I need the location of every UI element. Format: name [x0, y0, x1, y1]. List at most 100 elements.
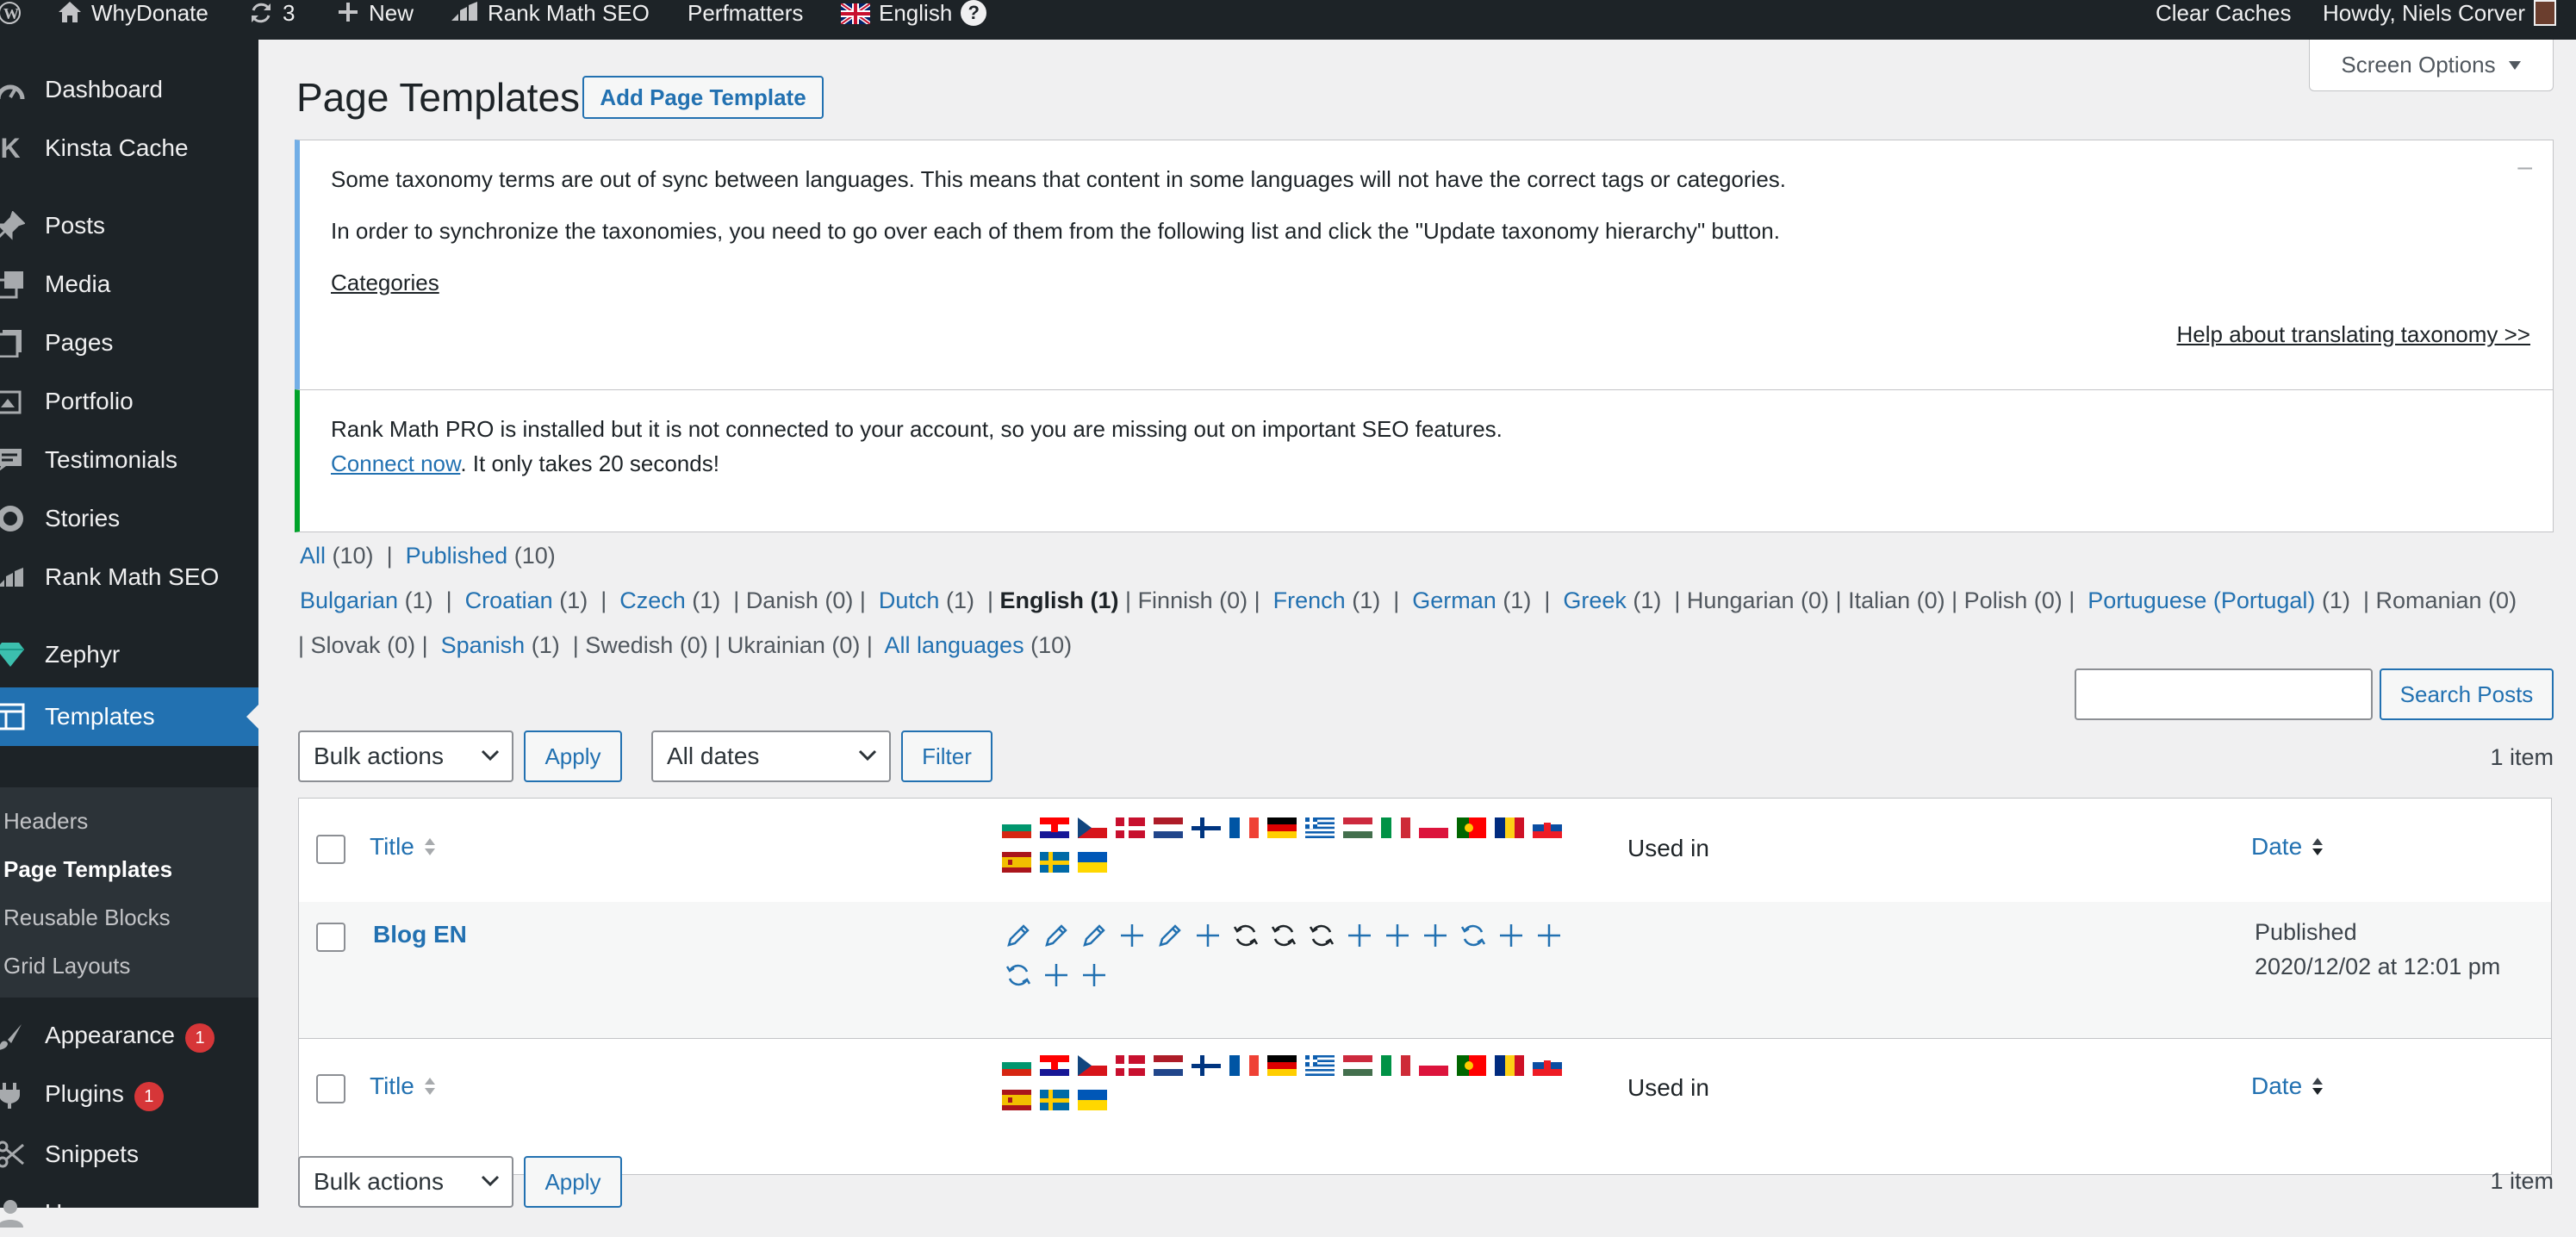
- date-column-header[interactable]: Date: [2251, 833, 2324, 861]
- select-all-checkbox[interactable]: [316, 1074, 345, 1103]
- language-danish: Danish: [745, 587, 818, 613]
- connect-now-link[interactable]: Connect now: [331, 451, 460, 476]
- date-column-footer[interactable]: Date: [2251, 1072, 2324, 1100]
- submenu-item-headers[interactable]: Headers: [3, 808, 88, 835]
- plus-icon[interactable]: [1421, 921, 1450, 950]
- plus-icon[interactable]: [1383, 921, 1412, 950]
- menu-item-stories[interactable]: Stories: [0, 494, 258, 543]
- page-title: Page Templates: [296, 75, 581, 120]
- menu-item-users[interactable]: Users: [0, 1189, 258, 1237]
- language-link-german[interactable]: German: [1412, 587, 1496, 613]
- sync-icon[interactable]: [1269, 921, 1298, 950]
- my-account-link[interactable]: Howdy, Niels Corver: [2323, 0, 2557, 40]
- caret-down-icon: [2508, 60, 2521, 70]
- updates-count: 3: [283, 0, 296, 26]
- submenu-item-grid-layouts[interactable]: Grid Layouts: [3, 953, 130, 979]
- updates-link[interactable]: 3: [248, 0, 295, 40]
- rank-math-link[interactable]: Rank Math SEO: [450, 0, 650, 40]
- menu-item-kinsta-cache[interactable]: K Kinsta Cache: [0, 124, 258, 172]
- menu-item-plugins[interactable]: Plugins 1: [0, 1072, 258, 1120]
- language-link-dutch[interactable]: Dutch: [879, 587, 940, 613]
- notice-text-rest: . It only takes 20 seconds!: [460, 451, 719, 476]
- pencil-icon[interactable]: [1155, 921, 1185, 950]
- bulk-actions-select-bottom[interactable]: Bulk actions: [298, 1156, 513, 1208]
- pencil-icon[interactable]: [1004, 921, 1033, 950]
- menu-item-media[interactable]: Media: [0, 260, 258, 308]
- wordpress-logo-icon[interactable]: W: [0, 0, 26, 40]
- submenu-item-page-templates[interactable]: Page Templates: [3, 856, 172, 883]
- menu-item-zephyr[interactable]: Zephyr: [0, 631, 258, 679]
- pencil-icon[interactable]: [1080, 921, 1109, 950]
- apply-button-bottom[interactable]: Apply: [524, 1156, 622, 1208]
- title-column-footer[interactable]: Title: [370, 1072, 437, 1100]
- menu-item-pages[interactable]: Pages: [0, 319, 258, 367]
- language-hungarian: Hungarian: [1686, 587, 1795, 613]
- dates-select[interactable]: All dates: [651, 730, 891, 782]
- add-page-template-button[interactable]: Add Page Template: [582, 76, 824, 119]
- filter-published-link[interactable]: Published: [406, 543, 508, 569]
- bulk-actions-select[interactable]: Bulk actions: [298, 730, 513, 782]
- new-content-link[interactable]: New: [336, 0, 414, 40]
- menu-label-text: Appearance: [45, 1022, 176, 1048]
- search-posts-button[interactable]: Search Posts: [2380, 668, 2554, 720]
- language-count: (0): [387, 632, 416, 658]
- refresh-icon[interactable]: [1004, 960, 1033, 990]
- sort-icon: [424, 1078, 435, 1095]
- menu-item-appearance[interactable]: Appearance 1: [0, 1013, 258, 1061]
- filter-button[interactable]: Filter: [901, 730, 992, 782]
- menu-item-snippets[interactable]: Snippets: [0, 1130, 258, 1178]
- plus-icon[interactable]: [1345, 921, 1374, 950]
- language-link-spanish[interactable]: Spanish: [441, 632, 526, 658]
- dismiss-notice-icon[interactable]: –: [2517, 152, 2532, 182]
- language-switcher[interactable]: English ?: [841, 0, 987, 40]
- help-icon[interactable]: ?: [961, 0, 987, 26]
- admin-menu: Dashboard K Kinsta Cache Posts Media Pag…: [0, 40, 258, 1228]
- language-link-croatian[interactable]: Croatian: [465, 587, 553, 613]
- perfmatters-link[interactable]: Perfmatters: [688, 0, 803, 40]
- plus-icon[interactable]: [1193, 921, 1223, 950]
- menu-item-portfolio[interactable]: Portfolio: [0, 377, 258, 426]
- submenu-item-reusable-blocks[interactable]: Reusable Blocks: [3, 904, 171, 931]
- language-link-all-languages[interactable]: All languages: [884, 632, 1024, 658]
- help-translating-taxonomy-link[interactable]: Help about translating taxonomy >>: [2177, 321, 2530, 348]
- menu-item-rank-math-seo[interactable]: Rank Math SEO: [0, 553, 258, 601]
- flag-pl-icon: [1419, 817, 1448, 838]
- table-row: Blog EN Published 2020/12/02 at 12:01 pm: [299, 902, 2551, 1039]
- site-name-link[interactable]: WhyDonate: [57, 0, 208, 40]
- language-count: (0): [1219, 587, 1248, 613]
- language-link-greek[interactable]: Greek: [1563, 587, 1627, 613]
- refresh-icon[interactable]: [1459, 921, 1488, 950]
- table-footer-row: Title Used in Date: [299, 1038, 2551, 1174]
- pencil-icon[interactable]: [1042, 921, 1071, 950]
- language-flags-top: [1002, 1055, 1562, 1076]
- select-all-checkbox[interactable]: [316, 835, 345, 864]
- menu-item-dashboard[interactable]: Dashboard: [0, 65, 258, 114]
- sync-icon[interactable]: [1307, 921, 1336, 950]
- row-title-link[interactable]: Blog EN: [373, 921, 467, 948]
- plus-icon[interactable]: [1117, 921, 1147, 950]
- language-link-french[interactable]: French: [1273, 587, 1346, 613]
- clear-caches-link[interactable]: Clear Caches: [2156, 0, 2292, 40]
- filter-all-link[interactable]: All: [300, 543, 326, 569]
- apply-button[interactable]: Apply: [524, 730, 622, 782]
- language-link-portuguese[interactable]: Portuguese (Portugal): [2088, 587, 2315, 613]
- menu-item-posts[interactable]: Posts: [0, 202, 258, 250]
- menu-item-testimonials[interactable]: Testimonials: [0, 436, 258, 484]
- menu-item-templates[interactable]: Templates: [0, 687, 258, 746]
- plus-icon[interactable]: [1042, 960, 1071, 990]
- plus-icon[interactable]: [1496, 921, 1526, 950]
- categories-link[interactable]: Categories: [331, 270, 439, 296]
- search-input[interactable]: [2075, 668, 2373, 720]
- translation-actions-top: [1004, 921, 1564, 950]
- rank-math-notice: Rank Math PRO is installed but it is not…: [295, 389, 2554, 532]
- language-link-bulgarian[interactable]: Bulgarian: [300, 587, 398, 613]
- title-column-header[interactable]: Title: [370, 833, 437, 861]
- row-checkbox[interactable]: [316, 923, 345, 952]
- screen-options-button[interactable]: Screen Options: [2309, 40, 2554, 91]
- language-link-czech[interactable]: Czech: [619, 587, 686, 613]
- flag-es-icon: [1002, 1090, 1031, 1110]
- plus-icon[interactable]: [1534, 921, 1564, 950]
- sync-icon[interactable]: [1231, 921, 1260, 950]
- language-ukrainian: Ukrainian: [726, 632, 825, 658]
- plus-icon[interactable]: [1080, 960, 1109, 990]
